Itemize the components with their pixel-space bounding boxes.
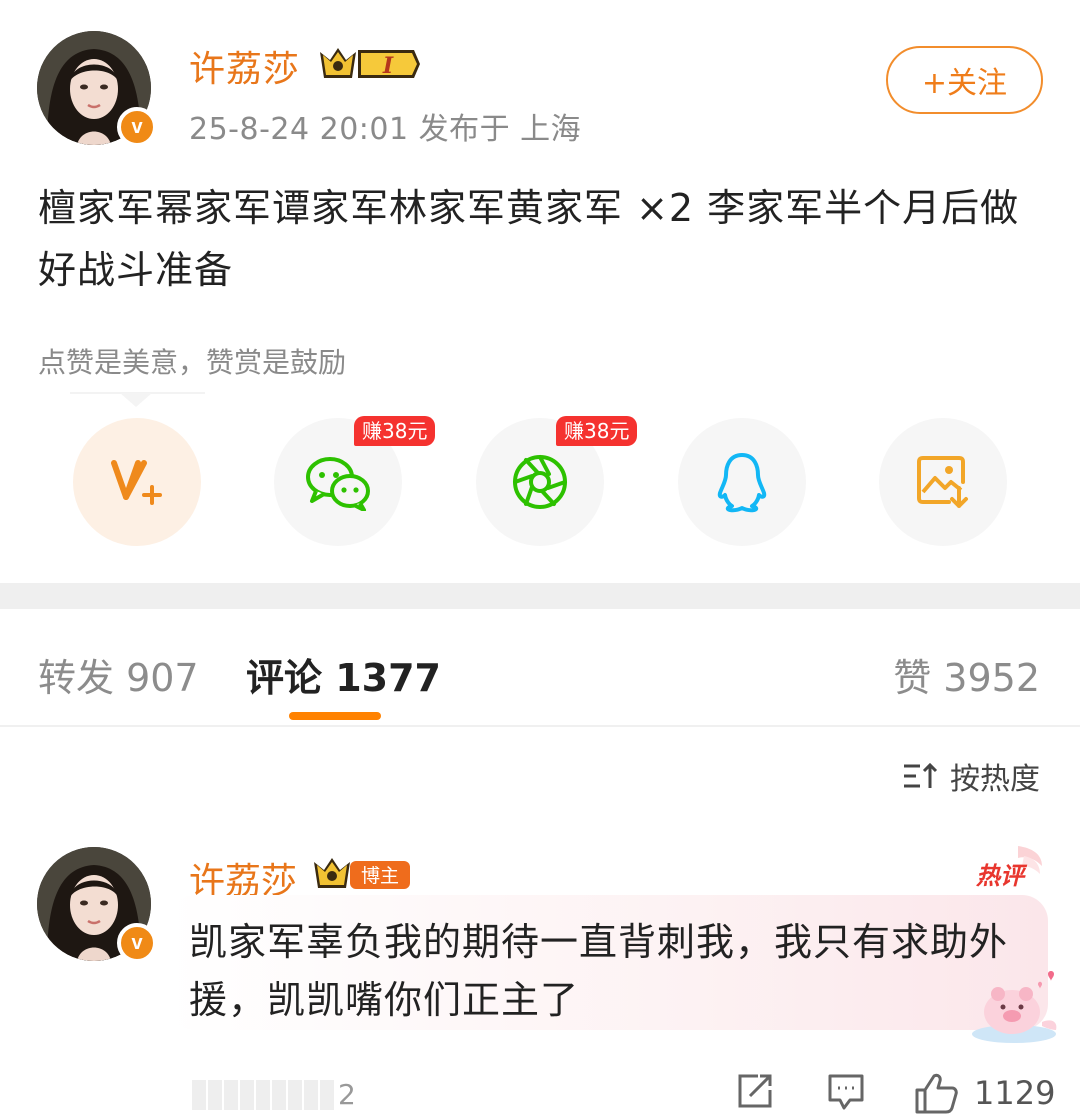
verified-badge: v <box>117 107 157 147</box>
share-qq-button[interactable] <box>678 418 806 546</box>
interaction-tabs: 转发 907 评论 1377 赞 3952 <box>0 609 1080 727</box>
pig-sticker-icon <box>972 971 1057 1043</box>
blurred-id: 2 <box>192 1078 362 1111</box>
post-content: 檀家军幂家军谭家军林家军黄家军 ×2 李家军半个月后做好战斗准备 <box>38 186 1020 292</box>
post-meta: 25-8-24 20:01 发布于 上海 <box>189 112 582 147</box>
tab-repost[interactable]: 转发 907 <box>38 647 199 702</box>
sort-label: 按热度 <box>950 762 1040 797</box>
tab-comments[interactable]: 评论 1377 <box>246 647 441 702</box>
repost-icon[interactable] <box>736 1072 774 1110</box>
author-avatar[interactable]: v <box>37 31 157 147</box>
id-suffix: 2 <box>338 1078 356 1111</box>
like-count: 1129 <box>974 1074 1056 1112</box>
active-tab-indicator <box>289 712 381 720</box>
tab-likes[interactable]: 赞 3952 <box>893 647 1040 702</box>
verified-badge: v <box>117 923 157 963</box>
save-image-icon <box>917 456 968 508</box>
save-image-button[interactable] <box>879 418 1007 546</box>
share-row: 赚38元 赚38元 <box>0 416 1080 548</box>
sort-toggle[interactable]: 按热度 <box>902 754 1040 798</box>
blogger-badge-icon: 博主 <box>314 858 410 889</box>
follow-button[interactable]: +关注 <box>886 46 1043 114</box>
comment-text: 凯家军辜负我的期待一直背刺我，我只有求助外援，凯凯嘴你们正主了 <box>189 920 1009 1022</box>
wechat-icon <box>306 457 370 511</box>
qq-icon <box>717 453 767 513</box>
section-divider <box>0 583 1080 609</box>
vip-plus-icon <box>111 460 162 505</box>
moments-icon <box>513 455 567 509</box>
hot-comment-badge: 热评 <box>975 846 1042 890</box>
sort-icon <box>904 762 938 788</box>
tip-pointer <box>120 393 152 407</box>
reward-tip: 点赞是美意，赞赏是鼓励 <box>38 346 347 379</box>
comment-actions: 2 1129 <box>0 1068 1080 1118</box>
post-header: v 许荔莎 I 25-8-24 20:01 发布于 上海 +关注 <box>0 0 1080 160</box>
comment-item: v 许荔莎 博主 热评 凯家军辜负我的期待一直背刺我，我只有求助外援，凯凯嘴你们… <box>0 840 1080 1119</box>
vip-level: I <box>382 53 394 79</box>
author-name[interactable]: 许荔莎 <box>189 40 300 92</box>
commenter-avatar[interactable]: v <box>37 847 157 963</box>
earn-badge-wechat: 赚38元 <box>354 416 436 446</box>
earn-badge-moments: 赚38元 <box>556 416 638 446</box>
blogger-label: 博主 <box>361 865 399 887</box>
hot-label: 热评 <box>975 862 1028 890</box>
vip-crown-icon: I <box>320 48 420 79</box>
like-icon[interactable] <box>914 1072 958 1114</box>
share-vip-button[interactable] <box>73 418 201 546</box>
comment-icon[interactable] <box>826 1072 866 1112</box>
